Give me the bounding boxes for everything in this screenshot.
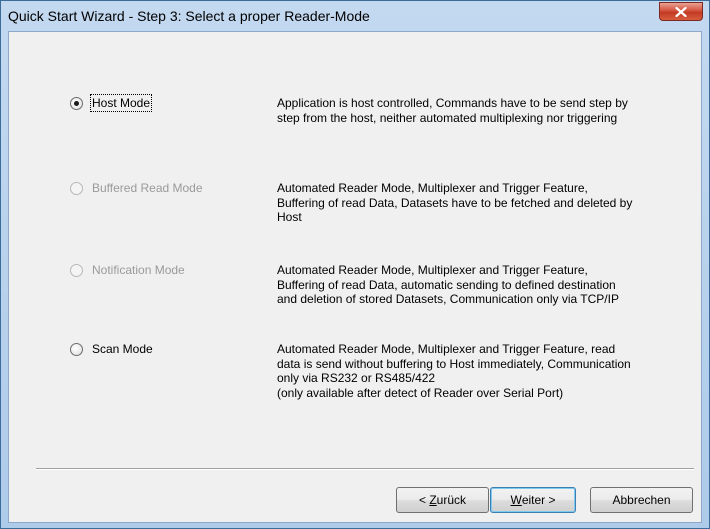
cancel-button[interactable]: Abbrechen bbox=[590, 487, 693, 513]
scan-mode-note: (only available after detect of Reader o… bbox=[277, 385, 564, 400]
buffered-read-mode-description: Automated Reader Mode, Multiplexer and T… bbox=[277, 181, 633, 224]
buffered-read-mode-radio bbox=[70, 182, 83, 195]
back-button-accel: Z bbox=[429, 493, 437, 507]
host-mode-radio[interactable] bbox=[70, 97, 83, 110]
notification-mode-description: Automated Reader Mode, Multiplexer and T… bbox=[277, 263, 619, 306]
back-button[interactable]: < Zurück bbox=[396, 487, 489, 513]
back-button-rest: urück bbox=[436, 493, 467, 507]
button-separator bbox=[36, 468, 694, 470]
next-button[interactable]: Weiter > bbox=[490, 487, 576, 513]
wizard-window: Quick Start Wizard - Step 3: Select a pr… bbox=[0, 0, 710, 529]
window-title: Quick Start Wizard - Step 3: Select a pr… bbox=[8, 8, 370, 24]
next-button-rest: eiter > bbox=[521, 493, 556, 507]
wizard-content: Host Mode Application is host controlled… bbox=[8, 31, 702, 523]
close-icon bbox=[675, 7, 687, 17]
scan-mode-description: Automated Reader Mode, Multiplexer and T… bbox=[277, 342, 637, 400]
next-button-accel: W bbox=[510, 493, 522, 507]
close-button[interactable] bbox=[659, 2, 703, 21]
host-mode-description: Application is host controlled, Commands… bbox=[277, 96, 628, 125]
scan-mode-description-text: Automated Reader Mode, Multiplexer and T… bbox=[277, 342, 631, 385]
back-button-prefix: < bbox=[418, 493, 430, 507]
scan-mode-radio[interactable] bbox=[70, 343, 83, 356]
host-mode-label[interactable]: Host Mode bbox=[89, 94, 153, 112]
notification-mode-label: Notification Mode bbox=[92, 263, 185, 277]
title-bar[interactable]: Quick Start Wizard - Step 3: Select a pr… bbox=[1, 1, 709, 31]
buffered-read-mode-label: Buffered Read Mode bbox=[92, 181, 203, 195]
scan-mode-label[interactable]: Scan Mode bbox=[92, 342, 153, 356]
notification-mode-radio bbox=[70, 264, 83, 277]
